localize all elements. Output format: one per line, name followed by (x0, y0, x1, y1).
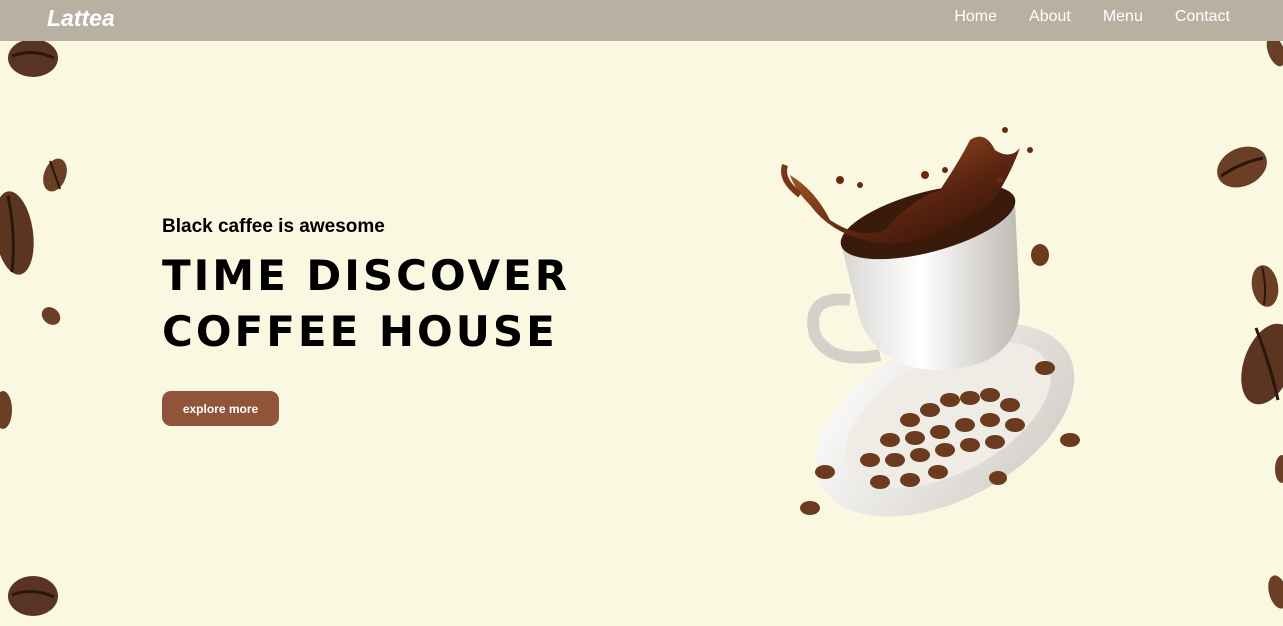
hero-subtitle: Black caffee is awesome (162, 216, 385, 237)
coffee-bean-icon (1241, 323, 1283, 405)
coffee-bean-icon (41, 307, 61, 325)
nav-links: Home About Menu Contact (954, 8, 1230, 26)
coffee-bean-icon (1251, 265, 1279, 307)
coffee-bean-icon (8, 39, 58, 77)
hero-headline: TIME DISCOVER COFFEE HOUSE (162, 248, 570, 360)
hero-headline-line2: COFFEE HOUSE (162, 307, 558, 356)
nav-link-contact[interactable]: Contact (1175, 8, 1230, 26)
nav-link-about[interactable]: About (1029, 8, 1071, 26)
hero-text: Black caffee is awesome TIME DISCOVER CO… (162, 216, 570, 360)
coffee-cup-splash-icon (781, 127, 1080, 517)
coffee-bean-icon (1275, 455, 1283, 483)
site-logo[interactable]: Lattea (47, 5, 115, 32)
nav-link-menu[interactable]: Menu (1103, 8, 1143, 26)
coffee-bean-icon (0, 191, 34, 275)
coffee-bean-icon (1268, 575, 1283, 609)
hero-headline-line1: TIME DISCOVER (162, 251, 571, 300)
nav-link-home[interactable]: Home (954, 8, 997, 26)
explore-more-button[interactable]: explore more (162, 391, 279, 426)
coffee-bean-icon (43, 158, 67, 192)
coffee-bean-icon (0, 391, 12, 429)
top-navbar: Lattea Home About Menu Contact (0, 0, 1283, 41)
coffee-bean-icon (1217, 146, 1267, 188)
coffee-bean-icon (8, 576, 58, 616)
